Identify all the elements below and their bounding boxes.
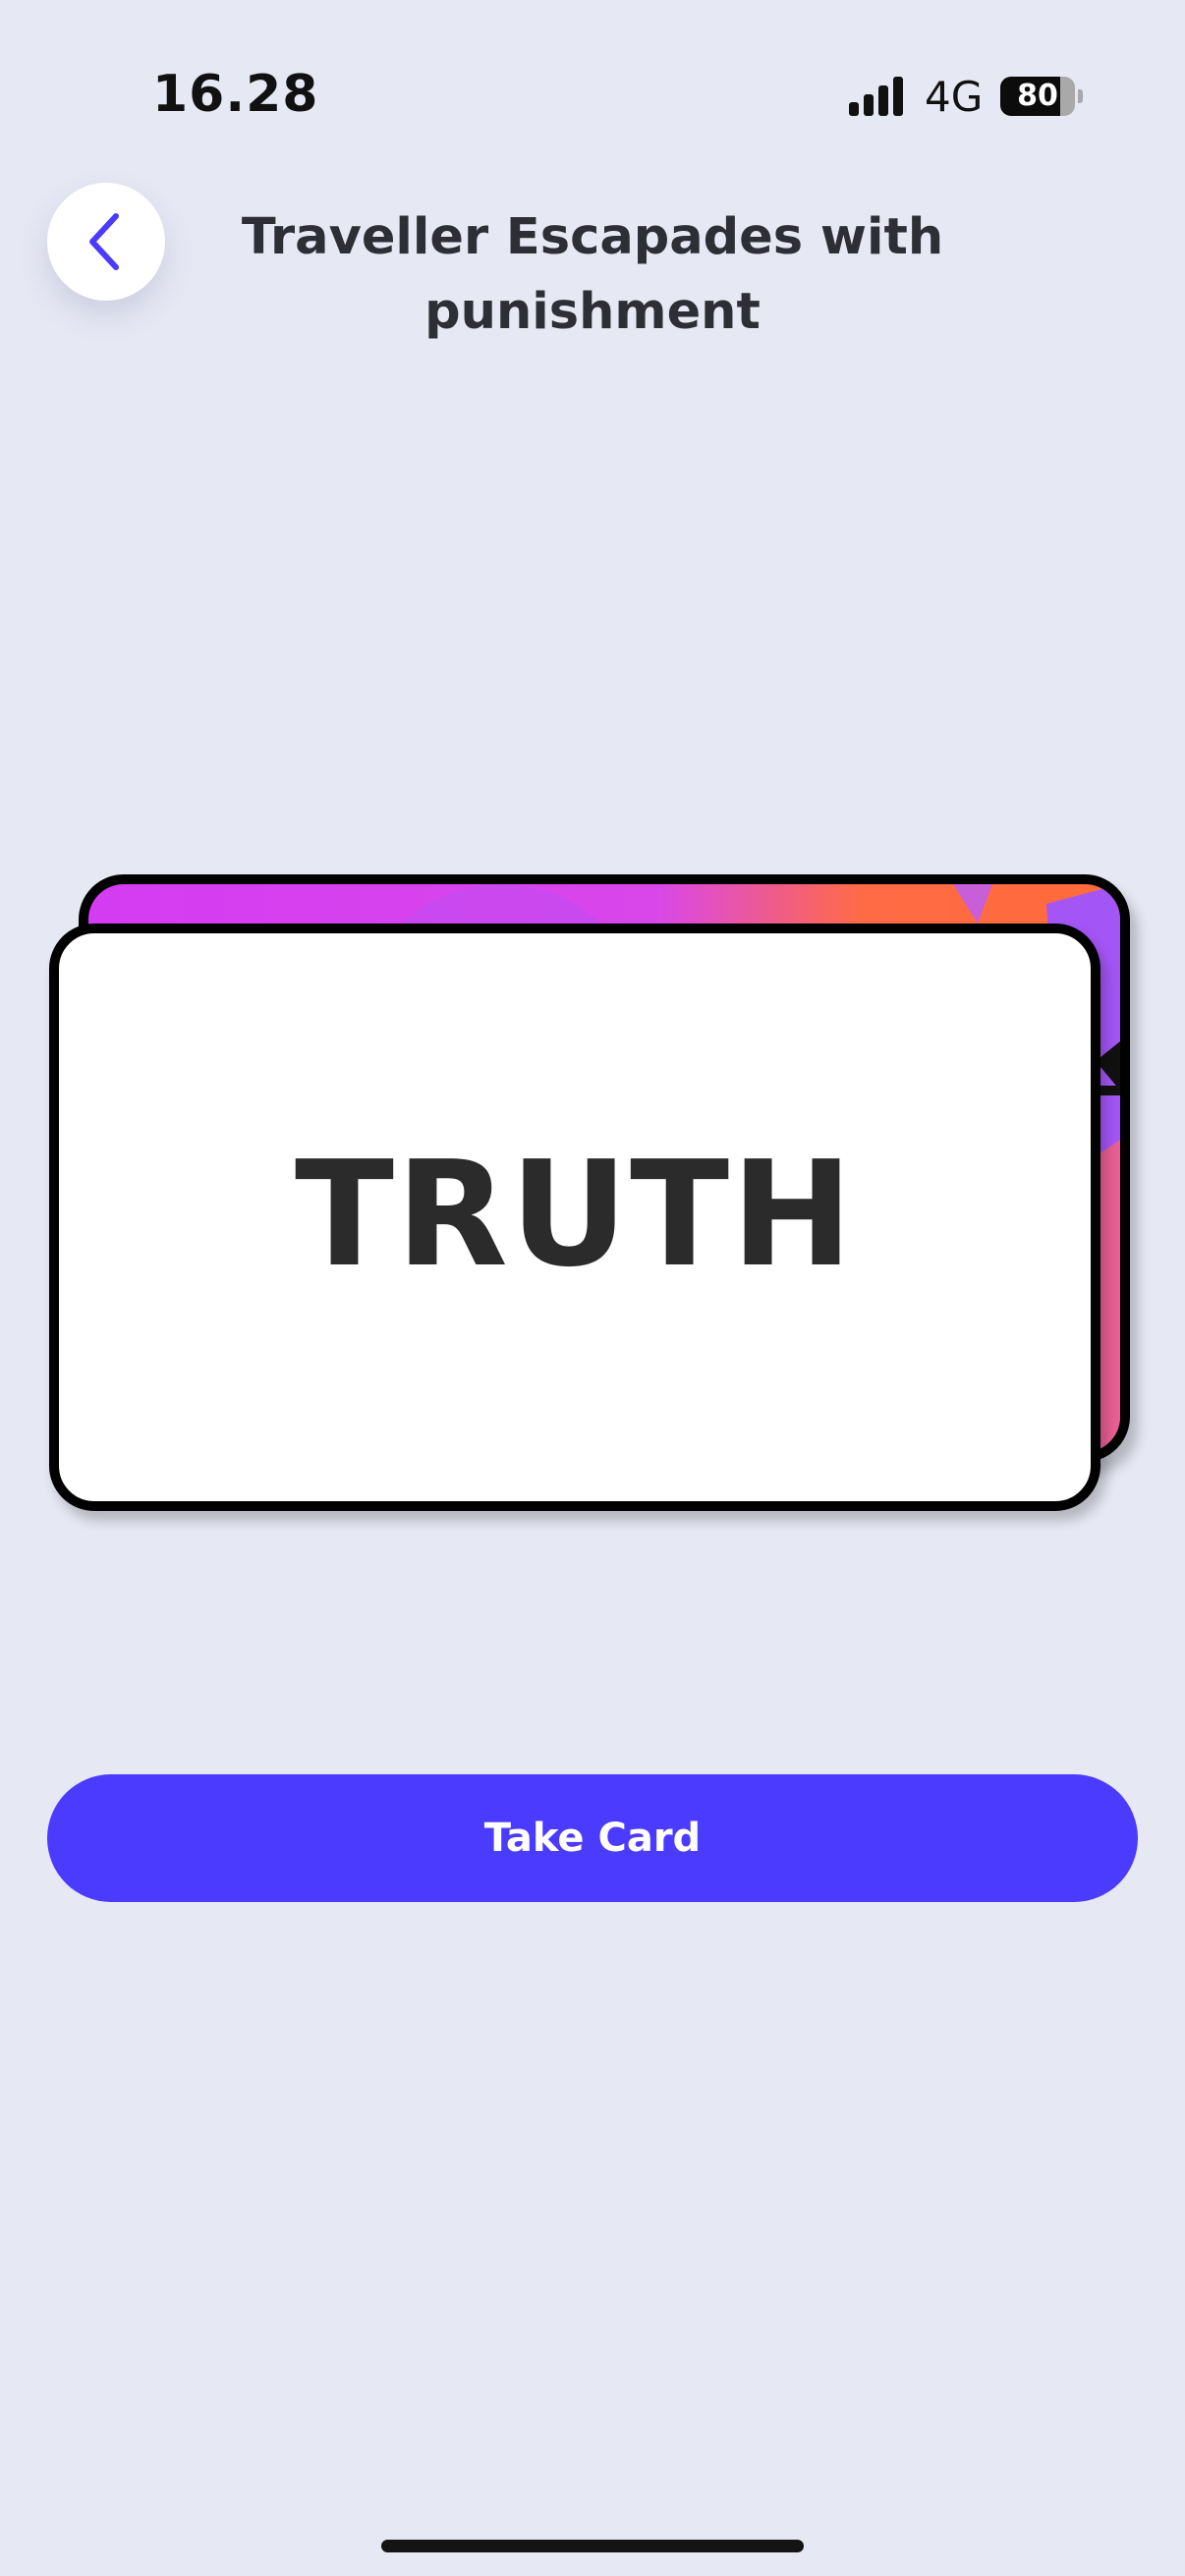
page-title: Traveller Escapades with punishment <box>197 200 988 350</box>
home-indicator[interactable] <box>381 2540 804 2552</box>
chevron-left-icon <box>89 213 119 270</box>
page-title-line-2: punishment <box>424 283 761 341</box>
card-label: TRUTH <box>295 1130 855 1299</box>
status-time: 16.28 <box>152 65 319 124</box>
back-button[interactable] <box>47 183 165 301</box>
battery-icon: 80 <box>1000 77 1083 116</box>
battery-percent: 80 <box>1017 79 1058 113</box>
signal-icon <box>849 77 903 116</box>
network-type: 4G <box>925 73 984 121</box>
battery-tip <box>1078 89 1083 103</box>
page-title-line-1: Traveller Escapades with <box>241 208 944 266</box>
card-front[interactable]: TRUTH <box>49 924 1100 1511</box>
battery-body: 80 <box>1000 77 1075 116</box>
take-card-button[interactable]: Take Card <box>47 1774 1138 1902</box>
